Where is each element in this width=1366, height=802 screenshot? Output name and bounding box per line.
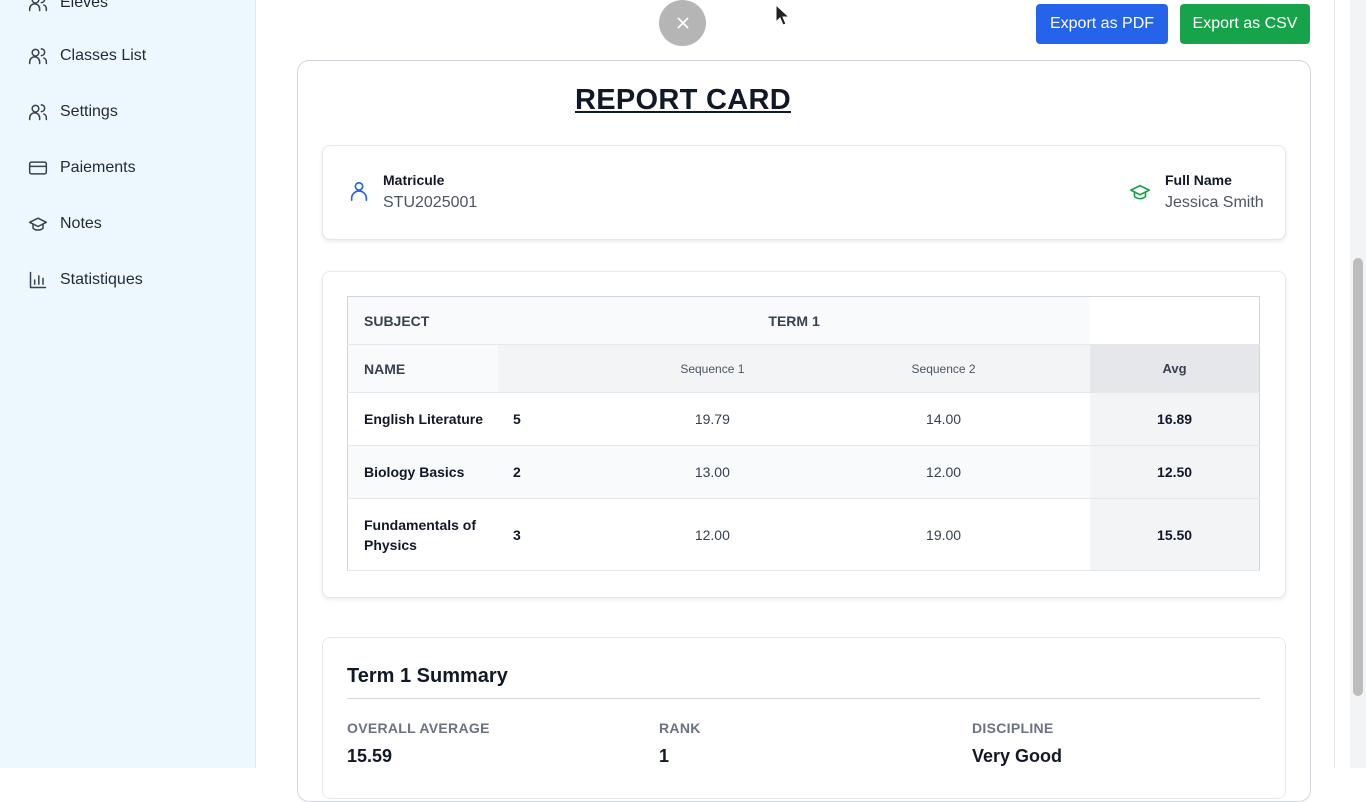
coefficient: 3 xyxy=(498,498,628,571)
divider xyxy=(347,698,1260,699)
sidebar-item-classes-list[interactable]: Classes List xyxy=(28,44,146,68)
seq2-grade: 14.00 xyxy=(797,392,1091,446)
blank-header xyxy=(1090,296,1260,345)
subject-name: Fundamentals of Physics xyxy=(347,498,499,571)
seq1-grade: 12.00 xyxy=(627,498,797,571)
term-header: TERM 1 xyxy=(498,296,1091,345)
sidebar-item-label: Paiements xyxy=(60,159,136,176)
close-button[interactable] xyxy=(659,0,706,46)
graduation-cap-icon xyxy=(28,214,48,234)
sidebar-item-label: Eleves xyxy=(60,0,109,11)
users-icon xyxy=(28,0,48,13)
overall-average-label: OVERALL AVERAGE xyxy=(347,720,490,736)
discipline-value: Very Good xyxy=(972,746,1063,766)
seq2-grade: 12.00 xyxy=(797,445,1091,499)
seq2-grade: 19.00 xyxy=(797,498,1091,571)
sidebar-item-label: Notes xyxy=(60,215,102,232)
page-title: REPORT CARD xyxy=(575,84,791,116)
avg-grade: 16.89 xyxy=(1090,392,1260,446)
mouse-cursor-icon xyxy=(775,4,791,26)
overall-average-value: 15.59 xyxy=(347,746,393,766)
sidebar-item-eleves[interactable]: Eleves xyxy=(28,0,108,15)
table-row: Biology Basics 2 13.00 12.00 12.50 xyxy=(347,445,1260,499)
graduation-cap-icon xyxy=(1129,181,1151,203)
summary-card xyxy=(322,637,1286,799)
name-header: NAME xyxy=(347,344,499,393)
user-icon xyxy=(348,180,370,202)
sidebar-item-paiements[interactable]: Paiements xyxy=(28,156,136,180)
avg-grade: 12.50 xyxy=(1090,445,1260,499)
close-icon xyxy=(677,17,688,29)
sidebar-item-statistiques[interactable]: Statistiques xyxy=(28,268,143,292)
seq1-grade: 19.79 xyxy=(627,392,797,446)
matricule-value: STU2025001 xyxy=(383,194,478,211)
avg-grade: 15.50 xyxy=(1090,498,1260,571)
export-csv-button[interactable]: Export as CSV xyxy=(1180,4,1310,44)
sidebar-item-label: Classes List xyxy=(60,47,147,64)
coefficient: 5 xyxy=(498,392,628,446)
coef-header xyxy=(498,344,628,393)
fullname-label: Full Name xyxy=(1165,172,1232,188)
subject-name: Biology Basics xyxy=(347,445,499,499)
seq2-header: Sequence 2 xyxy=(797,344,1091,393)
matricule-label: Matricule xyxy=(383,172,445,188)
scrollbar-thumb[interactable] xyxy=(1353,258,1363,696)
users-icon xyxy=(28,46,48,66)
subject-header: SUBJECT xyxy=(347,296,499,345)
bar-chart-icon xyxy=(28,270,48,290)
subject-name: English Literature xyxy=(347,392,499,446)
seq1-grade: 13.00 xyxy=(627,445,797,499)
sidebar-item-label: Statistiques xyxy=(60,271,143,288)
rank-value: 1 xyxy=(659,746,670,766)
avg-header: Avg xyxy=(1090,344,1260,393)
grades-table: SUBJECT TERM 1 NAME Sequence 1 Sequence … xyxy=(347,296,1260,571)
rank-label: RANK xyxy=(659,720,701,736)
table-row: Fundamentals of Physics 3 12.00 19.00 15… xyxy=(347,498,1260,571)
export-pdf-button[interactable]: Export as PDF xyxy=(1036,4,1168,44)
coefficient: 2 xyxy=(498,445,628,499)
sidebar-item-notes[interactable]: Notes xyxy=(28,212,102,236)
fullname-value: Jessica Smith xyxy=(1165,194,1264,211)
credit-card-icon xyxy=(28,158,48,178)
summary-title: Term 1 Summary xyxy=(347,665,508,687)
discipline-label: DISCIPLINE xyxy=(972,720,1054,736)
seq1-header: Sequence 1 xyxy=(627,344,797,393)
table-row: English Literature 5 19.79 14.00 16.89 xyxy=(347,392,1260,446)
